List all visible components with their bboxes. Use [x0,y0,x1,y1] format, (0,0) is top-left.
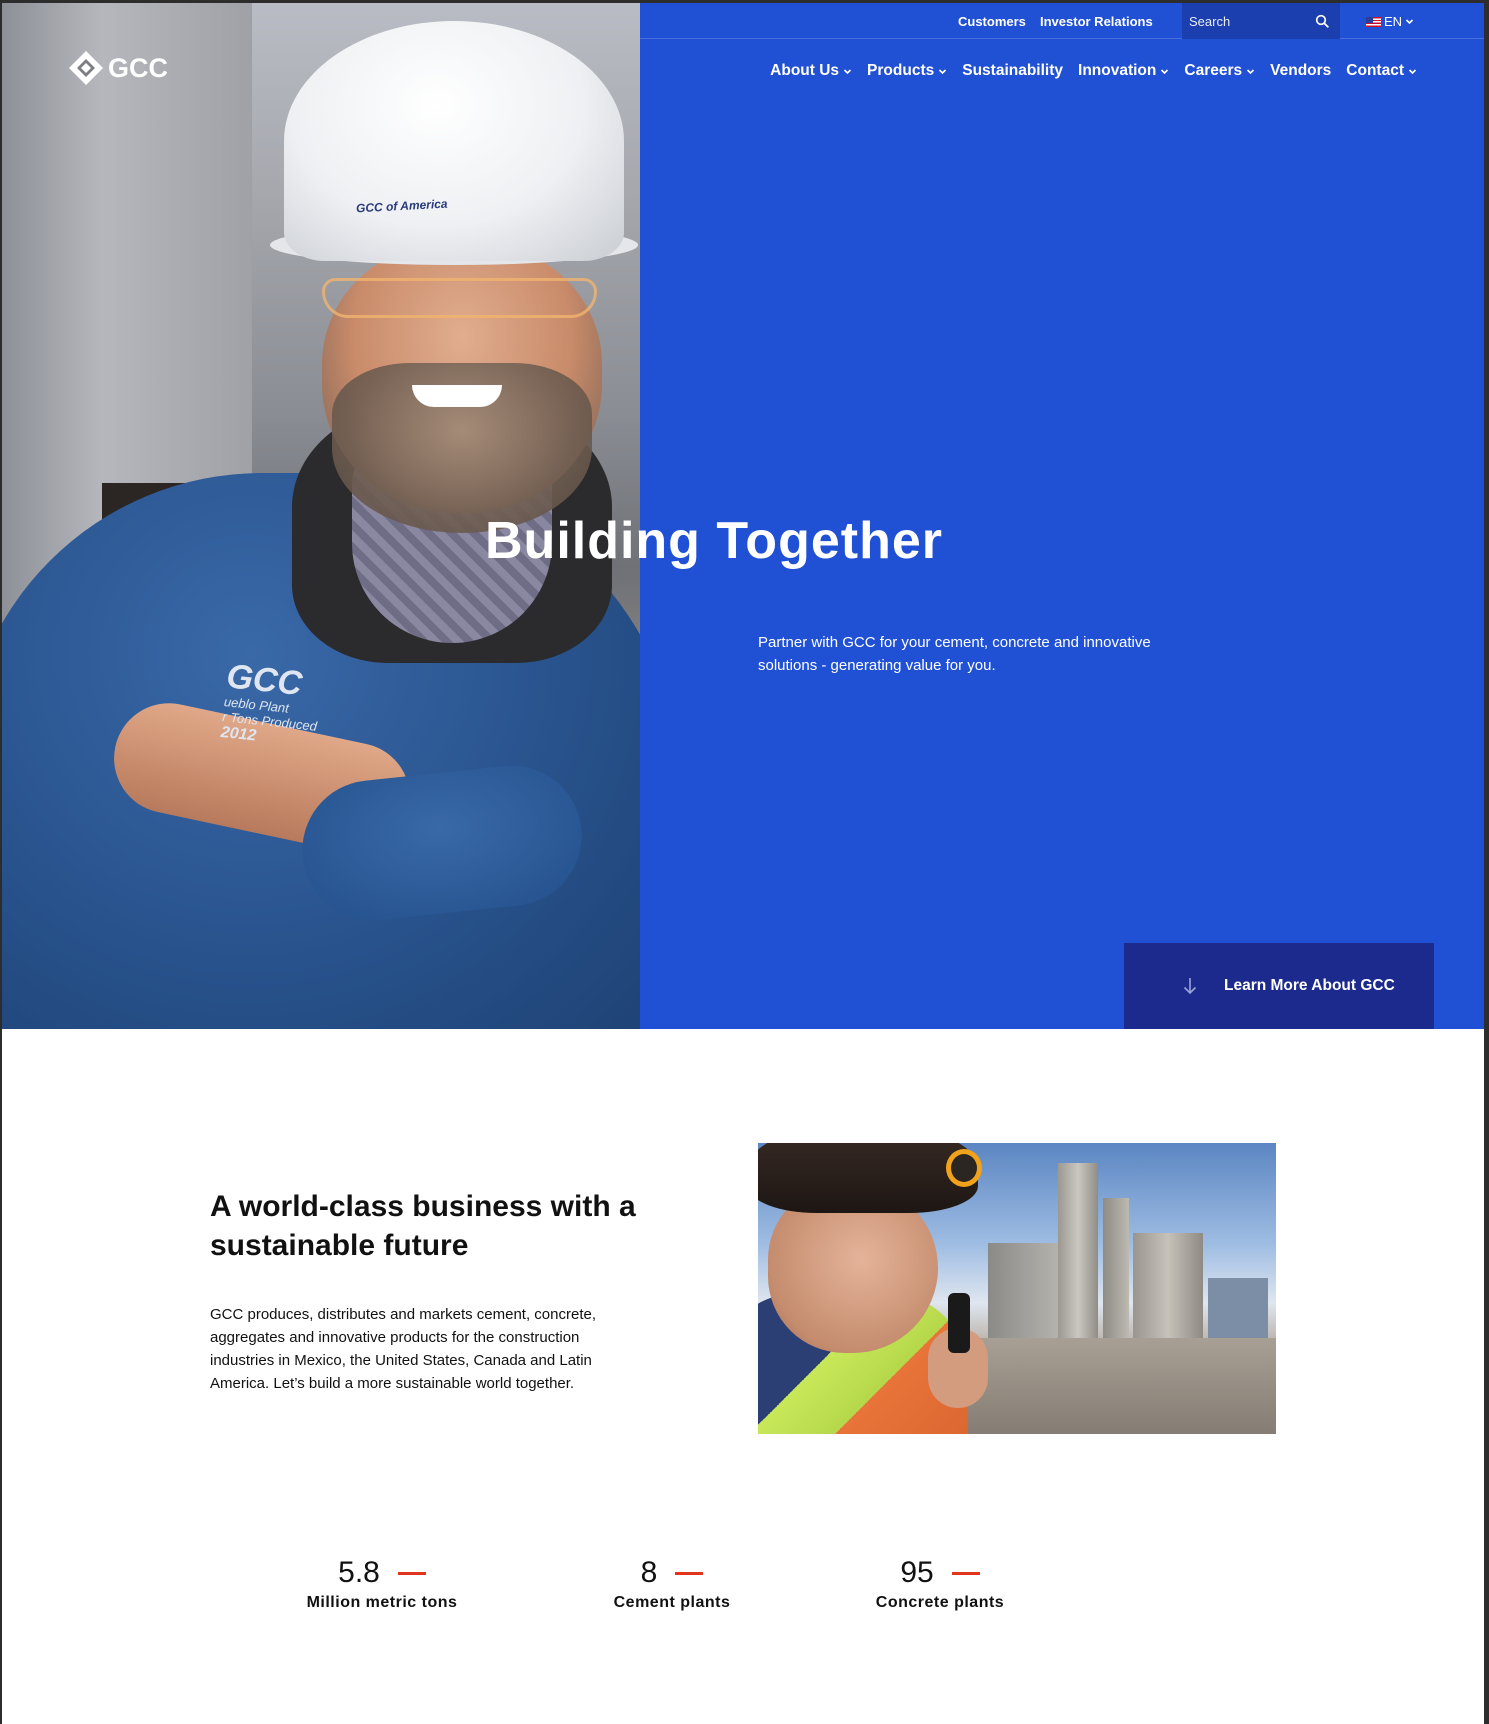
hero-subtitle: Partner with GCC for your cement, concre… [758,634,1151,674]
search-icon[interactable] [1315,14,1329,28]
photo-radio [948,1293,970,1353]
chevron-down-icon [1405,19,1414,25]
photo-plant-silo [1133,1233,1203,1343]
gcc-logo-icon [69,51,103,85]
chevron-down-icon [1247,68,1255,74]
about-text: GCC produces, distributes and markets ce… [210,1306,597,1392]
stat-label: Cement plants [613,1594,731,1611]
photo-plant-building [1208,1278,1268,1343]
stat-value: 5.8 [338,1556,380,1589]
page: GCC of America GCC ueblo Plant r Tons Pr… [2,3,1484,1724]
photo-worker-helmet [758,1143,978,1213]
stat-accent-dash [397,1571,426,1575]
logo-text: GCC [108,52,168,83]
photo-headlamp [946,1149,982,1187]
nav-label: Contact [1346,62,1404,79]
hero-section: GCC of America GCC ueblo Plant r Tons Pr… [2,3,1484,1029]
hero-title: Building Together [485,512,943,570]
photo-plant-tower [1058,1163,1098,1343]
language-label: EN [1384,14,1403,29]
search-input[interactable] [1182,3,1312,39]
chevron-down-icon [843,68,852,74]
investor-relations-link[interactable]: Investor Relations [1040,14,1153,29]
nav-label: Vendors [1270,62,1332,79]
nav-label: Sustainability [962,62,1064,79]
jacket-embroidery: GCC ueblo Plant r Tons Produced 2012 [220,657,323,751]
chevron-down-icon [939,68,947,74]
photo-plant-structure [988,1243,1058,1343]
photo-smile [412,385,502,407]
search-box [1182,3,1340,39]
nav-careers[interactable]: Careers [1184,62,1255,80]
arrow-down-icon [1183,978,1197,995]
main-nav: About Us Products Sustainability Innovat… [770,62,1417,80]
learn-more-button[interactable]: Learn More About GCC [1124,943,1434,1029]
about-photo-plant-worker [758,1143,1276,1434]
stat-cement-plants: 8 Cement plants [607,1556,737,1612]
language-selector[interactable]: EN [1366,14,1414,29]
nav-label: Products [867,62,935,79]
customers-link[interactable]: Customers [958,14,1026,29]
chevron-down-icon [1408,68,1417,74]
photo-safety-glasses [322,278,597,318]
stat-capacity: 5.8 Million metric tons [302,1556,462,1612]
stat-accent-dash [951,1571,980,1575]
stat-concrete-plants: 95 Concrete plants [870,1556,1010,1612]
nav-sustainability[interactable]: Sustainability [962,62,1063,80]
nav-products[interactable]: Products [867,62,947,80]
photo-hard-hat [284,21,624,261]
stat-value: 8 [640,1556,658,1589]
gcc-logo[interactable]: GCC [68,50,168,86]
nav-contact[interactable]: Contact [1346,62,1417,80]
nav-about-us[interactable]: About Us [770,62,852,80]
nav-label: Innovation [1078,62,1157,79]
chevron-down-icon [1161,68,1169,74]
stat-value: 95 [900,1556,934,1589]
us-flag-icon [1366,16,1381,27]
nav-innovation[interactable]: Innovation [1078,62,1169,80]
about-title: A world-class business with a sustainabl… [210,1190,636,1262]
photo-plant-tower [1103,1198,1129,1343]
learn-more-label: Learn More About GCC [1224,977,1395,994]
stat-label: Concrete plants [875,1594,1005,1611]
utility-bar: Customers Investor Relations EN [640,3,1484,39]
nav-label: Careers [1184,62,1243,79]
nav-label: About Us [770,62,840,79]
stat-accent-dash [675,1571,704,1575]
stat-label: Million metric tons [306,1594,458,1611]
nav-vendors[interactable]: Vendors [1270,62,1331,80]
